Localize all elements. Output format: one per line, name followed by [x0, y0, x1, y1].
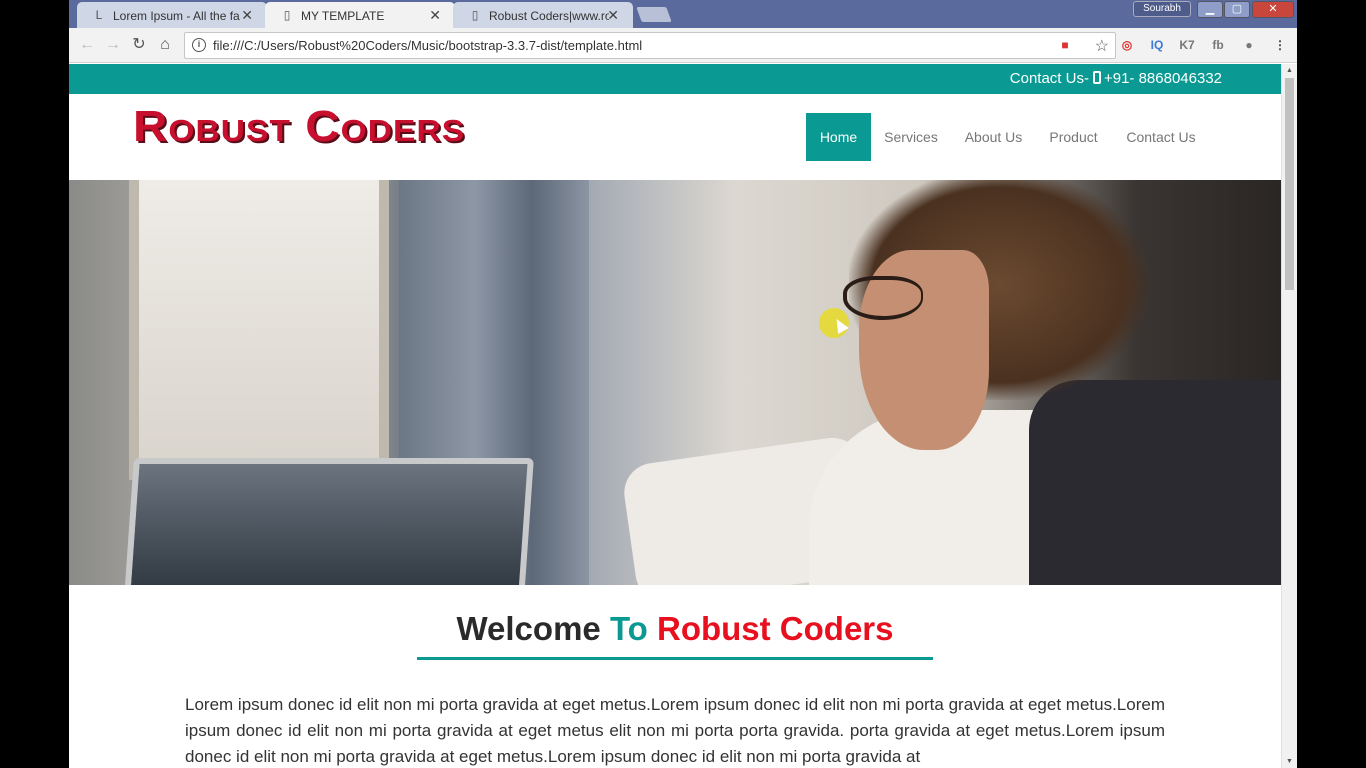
- contact-phone: +91- 8868046332: [1103, 70, 1222, 87]
- home-icon[interactable]: ⌂: [155, 35, 175, 55]
- menu-icon[interactable]: ⋮: [1272, 37, 1288, 53]
- tab-title: Robust Coders|www.robu: [489, 9, 609, 23]
- reload-icon[interactable]: ↻: [129, 35, 149, 55]
- heading-underline: [417, 657, 933, 660]
- page-icon: ▯: [471, 8, 479, 22]
- tab-lorem-ipsum[interactable]: L Lorem Ipsum - All the fa ✕: [77, 2, 267, 28]
- nav-product[interactable]: Product: [1036, 113, 1111, 161]
- page-scrollbar[interactable]: ▲ ▼: [1281, 64, 1297, 768]
- page-viewport: Contact Us- +91- 8868046332 Robust Coders…: [69, 64, 1281, 768]
- maximize-button[interactable]: ▢: [1224, 1, 1250, 18]
- close-window-button[interactable]: ✕: [1252, 1, 1294, 18]
- tab-robust-coders[interactable]: ▯ Robust Coders|www.robu ✕: [453, 2, 633, 28]
- extension-fb-icon[interactable]: fb: [1210, 37, 1226, 53]
- contact-line: Contact Us- +91- 8868046332: [1010, 70, 1222, 87]
- tab-my-template[interactable]: ▯ MY TEMPLATE ✕: [265, 2, 455, 28]
- forward-icon[interactable]: →: [103, 35, 123, 55]
- nav-contact-us[interactable]: Contact Us: [1111, 113, 1211, 161]
- minimize-button[interactable]: ▁: [1197, 1, 1223, 18]
- intro-paragraph: Lorem ipsum donec id elit non mi porta g…: [185, 695, 1165, 766]
- extension-red-icon[interactable]: ◎: [1119, 37, 1135, 53]
- scroll-up-icon[interactable]: ▲: [1286, 67, 1293, 74]
- phone-icon: [1092, 71, 1101, 84]
- extension-car-icon[interactable]: ■: [1057, 37, 1073, 53]
- welcome-to: To: [609, 610, 657, 647]
- close-tab-icon[interactable]: ✕: [241, 7, 253, 23]
- extension-k7-icon[interactable]: K7: [1179, 37, 1195, 53]
- new-tab-button[interactable]: [636, 7, 672, 22]
- welcome-word: Welcome: [456, 610, 610, 647]
- hero-window-shape: [129, 180, 389, 480]
- browser-window: L Lorem Ipsum - All the fa ✕ ▯ MY TEMPLA…: [69, 0, 1297, 768]
- extension-globe-icon[interactable]: ●: [1241, 37, 1257, 53]
- url-text[interactable]: file:///C:/Users/Robust%20Coders/Music/b…: [213, 38, 642, 53]
- hero-laptop-shape: [124, 458, 534, 585]
- profile-badge[interactable]: Sourabh: [1133, 1, 1191, 17]
- nav-services[interactable]: Services: [871, 113, 951, 161]
- address-bar[interactable]: i file:///C:/Users/Robust%20Coders/Music…: [184, 32, 1116, 59]
- nav-about-us[interactable]: About Us: [951, 113, 1036, 161]
- tab-title: Lorem Ipsum - All the fa: [113, 9, 240, 23]
- scroll-down-icon[interactable]: ▼: [1286, 758, 1293, 765]
- nav-home[interactable]: Home: [806, 113, 871, 161]
- close-tab-icon[interactable]: ✕: [429, 7, 441, 23]
- site-header: Robust Coders Home Services About Us Pro…: [69, 94, 1281, 180]
- scroll-thumb[interactable]: [1285, 78, 1294, 290]
- hero-glasses-shape: [843, 276, 923, 320]
- contact-label: Contact Us-: [1009, 70, 1089, 87]
- info-icon[interactable]: i: [192, 38, 206, 52]
- site-logo[interactable]: Robust Coders: [133, 102, 465, 152]
- star-icon[interactable]: ☆: [1095, 36, 1109, 56]
- hero-image: [69, 180, 1281, 585]
- hero-vest-shape: [1029, 380, 1281, 585]
- tab-title: MY TEMPLATE: [301, 9, 385, 23]
- tab-strip: L Lorem Ipsum - All the fa ✕ ▯ MY TEMPLA…: [69, 0, 1297, 28]
- close-tab-icon[interactable]: ✕: [607, 7, 619, 23]
- extension-iq-icon[interactable]: IQ: [1149, 37, 1165, 53]
- lorem-favicon-icon: L: [95, 8, 103, 22]
- browser-toolbar: ← → ↻ ⌂ i file:///C:/Users/Robust%20Code…: [69, 28, 1297, 63]
- welcome-heading: Welcome To Robust Coders: [69, 610, 1281, 648]
- contact-topbar: Contact Us- +91- 8868046332: [69, 64, 1281, 94]
- welcome-brand: Robust Coders: [656, 610, 894, 647]
- back-icon[interactable]: ←: [77, 35, 97, 55]
- page-icon: ▯: [283, 8, 291, 22]
